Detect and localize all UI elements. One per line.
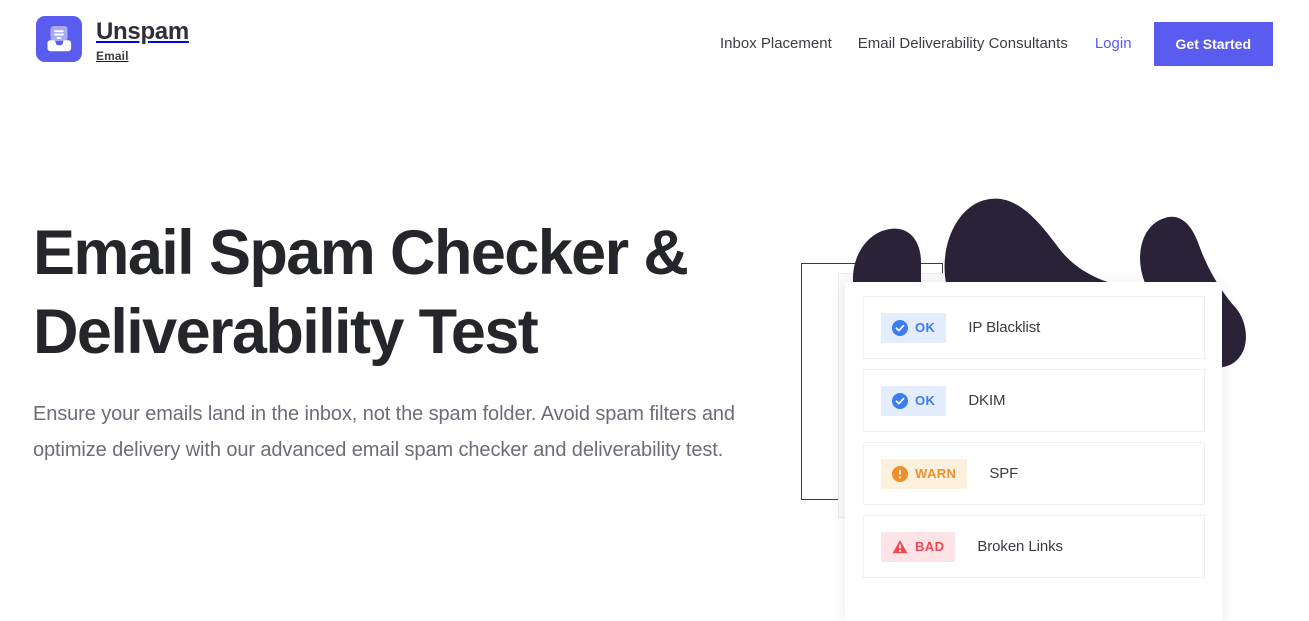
hero-section: Email Spam Checker & Deliverability Test…: [33, 214, 735, 468]
nav-item-email-deliverability-consultants[interactable]: Email Deliverability Consultants: [845, 22, 1081, 66]
check-name-label: Broken Links: [977, 538, 1063, 555]
status-badge: OK: [881, 385, 947, 416]
table-row[interactable]: BAD Broken Links: [863, 515, 1205, 578]
inbox-tray-icon: [36, 16, 82, 62]
exclamation-circle-icon: [892, 465, 908, 482]
check-name-label: DKIM: [968, 392, 1006, 409]
main-navigation: Inbox Placement Email Deliverability Con…: [707, 22, 1273, 66]
illustration-stage: OK IP Blacklist OK DKIM WARN SPF BAD Bro…: [790, 185, 1309, 621]
nav-item-login[interactable]: Login: [1081, 22, 1146, 66]
status-badge-label: OK: [915, 320, 936, 335]
status-badge-label: OK: [915, 393, 936, 408]
deliverability-results-card: OK IP Blacklist OK DKIM WARN SPF BAD Bro…: [845, 282, 1222, 621]
table-row[interactable]: OK IP Blacklist: [863, 296, 1205, 359]
brand-logo-link[interactable]: Unspam Email: [36, 16, 189, 63]
status-badge: BAD: [881, 531, 956, 562]
warning-triangle-icon: [892, 539, 908, 553]
brand-name: Unspam: [96, 18, 189, 45]
hero-subtitle: Ensure your emails land in the inbox, no…: [33, 403, 735, 461]
check-circle-icon: [892, 392, 908, 409]
check-circle-icon: [892, 319, 908, 336]
table-row[interactable]: WARN SPF: [863, 442, 1205, 505]
results-list: OK IP Blacklist OK DKIM WARN SPF BAD Bro…: [863, 296, 1205, 588]
brand-subtitle: Email: [96, 49, 129, 63]
status-badge: OK: [881, 312, 947, 343]
site-header: Unspam Email Inbox Placement Email Deliv…: [0, 0, 1309, 88]
page-title: Email Spam Checker & Deliverability Test: [33, 218, 689, 367]
get-started-button[interactable]: Get Started: [1153, 22, 1273, 66]
status-badge-label: BAD: [915, 539, 945, 554]
check-name-label: SPF: [989, 465, 1019, 482]
status-badge-label: WARN: [915, 466, 957, 481]
table-row[interactable]: OK DKIM: [863, 369, 1205, 432]
nav-item-inbox-placement[interactable]: Inbox Placement: [707, 22, 845, 66]
status-badge: WARN: [881, 458, 968, 489]
hero-illustration: OK IP Blacklist OK DKIM WARN SPF BAD Bro…: [790, 185, 1309, 621]
check-name-label: IP Blacklist: [968, 319, 1041, 336]
